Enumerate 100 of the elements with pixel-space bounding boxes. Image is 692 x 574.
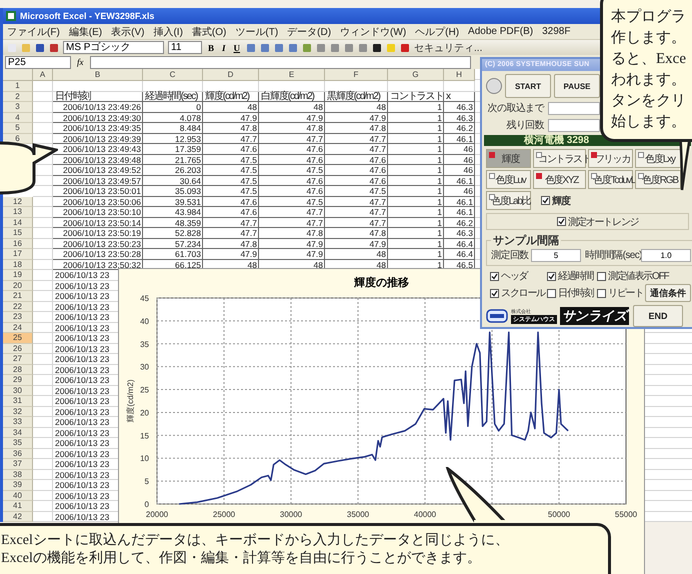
menu-item[interactable]: ファイル(F) — [7, 24, 60, 38]
row-header[interactable]: 29 — [3, 375, 33, 386]
menu-item[interactable]: ツール(T) — [235, 24, 278, 38]
input-field[interactable] — [548, 118, 600, 132]
table-cell: 46.3 — [444, 228, 475, 238]
toolbar-icon[interactable] — [372, 42, 382, 52]
name-box[interactable]: P25 — [5, 56, 71, 68]
measure-button[interactable]: 色度Luv — [486, 170, 531, 189]
checkbox[interactable]: 測定値表示OFF — [597, 269, 691, 283]
column-header[interactable]: B — [53, 69, 143, 81]
row-header[interactable]: 17 — [3, 249, 33, 260]
row-header[interactable]: 16 — [3, 238, 33, 249]
table-cell: 47.9 — [325, 238, 388, 249]
column-header[interactable]: A — [33, 69, 53, 81]
row-header[interactable]: 35 — [3, 438, 33, 448]
table-cell: 46 — [444, 165, 475, 176]
row-header[interactable]: 13 — [3, 207, 33, 218]
measure-button[interactable]: フリッカ — [588, 149, 633, 168]
measure-button[interactable]: 輝度 — [486, 149, 531, 168]
row-header[interactable]: 23 — [3, 312, 33, 322]
menu-item[interactable]: 3298F — [542, 26, 570, 37]
row-header[interactable]: 30 — [3, 386, 33, 396]
row-header[interactable]: 21 — [3, 291, 33, 302]
measure-button[interactable]: 色度XYZ — [533, 170, 586, 189]
table-cell: 1 — [388, 165, 444, 176]
row-header[interactable]: 3 — [3, 102, 33, 112]
column-header[interactable]: D — [203, 69, 259, 81]
row-header[interactable]: 14 — [3, 218, 33, 228]
row-header[interactable]: 42 — [3, 512, 33, 522]
checkbox[interactable]: ヘッダ — [490, 269, 547, 283]
row-header[interactable]: 40 — [3, 490, 33, 501]
menu-item[interactable]: Adobe PDF(B) — [468, 26, 534, 37]
style-button[interactable]: U — [232, 42, 242, 52]
row-header[interactable]: 31 — [3, 396, 33, 406]
axis-tick-label: 35000 — [346, 510, 370, 519]
style-button[interactable]: B — [206, 42, 216, 52]
table-cell: 17.359 — [143, 144, 203, 154]
row-header[interactable]: 12 — [3, 196, 33, 207]
checkbox[interactable]: 経過時間 — [547, 269, 597, 283]
table-cell: 47.7 — [325, 218, 388, 228]
column-header[interactable]: H — [444, 69, 475, 81]
row-header[interactable]: 22 — [3, 302, 33, 312]
table-cell: 1 — [388, 134, 444, 144]
sheet-corner[interactable] — [3, 69, 33, 81]
input-field[interactable]: 5 — [531, 248, 581, 262]
row-header[interactable]: 33 — [3, 417, 33, 428]
row-header[interactable]: 38 — [3, 470, 33, 480]
checkbox[interactable]: 測定オートレンジ — [557, 214, 638, 228]
row-header[interactable]: 4 — [3, 112, 33, 123]
row-header[interactable]: 1 — [3, 81, 33, 92]
axis-tick-label: 50000 — [548, 510, 570, 519]
menu-item[interactable]: 表示(V) — [111, 24, 144, 38]
measure-button[interactable]: 色度Lxy — [635, 149, 681, 168]
row-header[interactable]: 5 — [3, 123, 33, 134]
font-field[interactable]: MS Pゴシック — [63, 41, 164, 54]
table-cell: 47.5 — [203, 176, 259, 186]
style-button[interactable]: I — [220, 42, 228, 52]
column-header[interactable]: G — [388, 69, 444, 81]
menu-item[interactable]: ヘルプ(H) — [415, 24, 460, 38]
row-header[interactable]: 25 — [3, 333, 33, 344]
column-header[interactable]: C — [143, 69, 203, 81]
input-field[interactable] — [548, 102, 600, 114]
checkbox[interactable]: 輝度 — [541, 194, 570, 208]
function-label[interactable]: fx — [77, 57, 84, 67]
row-header[interactable]: 18 — [3, 260, 33, 270]
column-header[interactable]: E — [259, 69, 325, 81]
row-header[interactable]: 39 — [3, 480, 33, 490]
font-size-field[interactable]: 11 — [168, 41, 202, 54]
table-cell: 47.7 — [203, 218, 259, 228]
row-header[interactable]: 34 — [3, 428, 33, 438]
axis-tick-label: 15 — [140, 431, 149, 440]
checkbox[interactable]: 日付時刻 — [547, 286, 597, 300]
row-header[interactable]: 36 — [3, 448, 33, 459]
row-header[interactable]: 2 — [3, 92, 33, 102]
row-header[interactable]: 32 — [3, 406, 33, 417]
control-button[interactable]: PAUSE — [554, 74, 600, 98]
row-header[interactable]: 20 — [3, 280, 33, 291]
column-header[interactable]: F — [325, 69, 388, 81]
row-header[interactable]: 37 — [3, 459, 33, 470]
checkbox[interactable]: スクロール — [490, 286, 547, 300]
settings-button[interactable]: 通信条件 — [645, 284, 691, 302]
toolbar-label[interactable]: セキュリティ... — [414, 40, 482, 54]
measure-button[interactable]: 色度RGB — [635, 170, 681, 189]
input-field[interactable]: 1.0 — [641, 248, 691, 262]
formula-field[interactable] — [90, 56, 470, 68]
row-header[interactable]: 41 — [3, 501, 33, 512]
menu-item[interactable]: ウィンドウ(W) — [340, 24, 406, 38]
end-button[interactable]: END — [633, 305, 683, 327]
menu-item[interactable]: データ(D) — [287, 24, 332, 38]
menu-item[interactable]: 書式(O) — [192, 24, 226, 38]
menu-item[interactable]: 挿入(I) — [153, 24, 183, 38]
checkbox[interactable]: リピート — [597, 286, 645, 300]
control-button[interactable]: START — [505, 74, 551, 98]
row-header[interactable]: 26 — [3, 344, 33, 354]
row-header[interactable]: 19 — [3, 270, 33, 280]
row-header[interactable]: 15 — [3, 228, 33, 238]
row-header[interactable]: 24 — [3, 322, 33, 333]
row-header[interactable]: 28 — [3, 364, 33, 375]
row-header[interactable]: 27 — [3, 354, 33, 364]
menu-item[interactable]: 編集(E) — [68, 24, 102, 38]
